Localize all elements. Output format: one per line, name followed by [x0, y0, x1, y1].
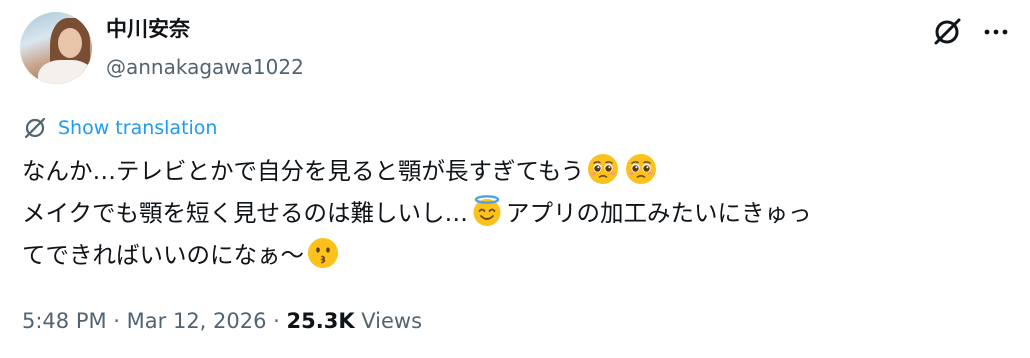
avatar[interactable] [20, 12, 92, 84]
avatar-shirt [38, 60, 92, 84]
tweet-line: てできればいいのになぁ〜 [22, 234, 1022, 276]
views-label: Views [354, 309, 423, 333]
show-translation-link[interactable]: Show translation [22, 114, 217, 142]
tweet-line: メイクでも顎を短く見せるのは難しいし… アプリの加工みたいにきゅっ [22, 192, 1022, 234]
views-count[interactable]: 25.3K [287, 309, 355, 333]
pleading-face-emoji-icon [625, 153, 657, 185]
tweet-text-segment: メイクでも顎を短く見せるのは難しいし… [22, 199, 469, 227]
meta-separator: · [266, 309, 287, 333]
smiling-face-with-halo-emoji-icon [471, 195, 503, 227]
grok-icon[interactable] [930, 15, 964, 49]
display-name[interactable]: 中川安奈 [106, 15, 190, 43]
meta-separator: · [106, 309, 127, 333]
tweet-date[interactable]: Mar 12, 2026 [127, 309, 267, 333]
tweet-text-segment: なんか…テレビとかで自分を見ると顎が長すぎてもう [22, 157, 585, 185]
avatar-face [58, 28, 82, 58]
tweet-line: なんか…テレビとかで自分を見ると顎が長すぎてもう [22, 150, 1022, 192]
pleading-face-emoji-icon [587, 153, 619, 185]
tweet-text-segment: アプリの加工みたいにきゅっ [506, 199, 812, 227]
show-translation-label: Show translation [58, 117, 218, 139]
kissing-face-emoji-icon [307, 237, 339, 269]
tweet-text-segment: てできればいいのになぁ〜 [22, 241, 304, 269]
user-handle[interactable]: @annakagawa1022 [106, 53, 304, 81]
tweet-time[interactable]: 5:48 PM [22, 309, 107, 333]
translate-icon [24, 117, 46, 139]
tweet-text: なんか…テレビとかで自分を見ると顎が長すぎてもう メイクでも顎を短く見せるのは難… [22, 150, 1022, 276]
more-options-icon[interactable] [980, 16, 1012, 48]
tweet-meta: 5:48 PM · Mar 12, 2026 · 25.3K Views [22, 306, 422, 336]
